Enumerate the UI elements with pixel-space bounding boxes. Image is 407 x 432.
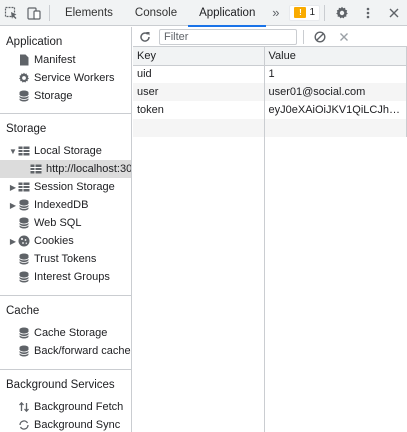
database-icon — [18, 217, 30, 229]
sidebar-item-label: Manifest — [34, 54, 76, 66]
sidebar-item-storage[interactable]: Storage — [0, 87, 131, 105]
database-icon — [18, 345, 30, 357]
database-icon — [18, 90, 30, 102]
row-value[interactable]: eyJ0eXAiOiJKV1QiLCJhb... — [264, 101, 407, 119]
expanded-arrow-icon[interactable]: ▼ — [8, 147, 18, 156]
clear-all-block-icon[interactable] — [310, 27, 330, 47]
gear-icon — [18, 72, 30, 84]
sidebar-item-back-forward-cache[interactable]: Back/forward cache — [0, 342, 131, 360]
filter-input[interactable] — [159, 28, 297, 45]
section-title-application: Application — [6, 36, 63, 48]
grid-table-icon — [30, 163, 42, 175]
tab-console[interactable]: Console — [124, 0, 188, 26]
sidebar-item-label: Storage — [34, 90, 73, 102]
up-down-arrows-icon — [18, 401, 30, 413]
row-key[interactable]: token — [133, 101, 265, 119]
warning-icon: ! — [294, 7, 307, 18]
sidebar-item-label: Back/forward cache — [34, 345, 131, 357]
sync-icon — [18, 419, 30, 431]
row-key-empty[interactable] — [133, 119, 265, 137]
database-icon — [18, 199, 30, 211]
collapsed-arrow-icon[interactable]: ▶ — [8, 237, 18, 246]
row-value[interactable]: user01@social.com — [264, 83, 407, 101]
sidebar-item-label: Local Storage — [34, 145, 102, 157]
section-title-background-services: Background Services — [6, 379, 115, 391]
filter-divider — [303, 29, 304, 44]
sidebar-item-local-storage[interactable]: ▼ Local Storage — [0, 142, 131, 160]
more-tabs-chevron-icon[interactable]: » — [266, 0, 285, 26]
document-icon — [18, 54, 30, 66]
grid-table-icon — [18, 181, 30, 193]
grid-table-icon — [18, 145, 30, 157]
sidebar-item-label: Web SQL — [34, 217, 82, 229]
application-sidebar: Application Manifest Service Workers Sto… — [0, 27, 132, 432]
sidebar-item-service-workers[interactable]: Service Workers — [0, 69, 131, 87]
column-divider — [264, 47, 265, 432]
more-options-kebab-icon[interactable] — [355, 0, 381, 26]
sidebar-item-web-sql[interactable]: Web SQL — [0, 214, 131, 232]
sidebar-item-label: Service Workers — [34, 72, 115, 84]
sidebar-item-label: Cookies — [34, 235, 74, 247]
sidebar-item-session-storage[interactable]: ▶ Session Storage — [0, 178, 131, 196]
sidebar-item-cookies[interactable]: ▶ Cookies — [0, 232, 131, 250]
sidebar-item-indexeddb[interactable]: ▶ IndexedDB — [0, 196, 131, 214]
toolbar-divider — [49, 4, 50, 21]
sidebar-item-localhost[interactable]: http://localhost:3000 — [0, 160, 131, 178]
database-icon — [18, 327, 30, 339]
row-value[interactable]: 1 — [264, 65, 407, 83]
column-header-value[interactable]: Value — [264, 47, 407, 66]
inspect-element-icon[interactable] — [0, 0, 23, 26]
table-header-row: Key Value — [133, 47, 407, 66]
sidebar-item-background-fetch[interactable]: Background Fetch — [0, 398, 131, 416]
sidebar-item-manifest[interactable]: Manifest — [0, 51, 131, 69]
row-key[interactable]: uid — [133, 65, 265, 83]
devtools-toolbar: Elements Console Application » ! 1 — [0, 0, 407, 27]
tab-elements[interactable]: Elements — [54, 0, 124, 26]
section-title-cache: Cache — [6, 305, 40, 317]
key-value-table: Key Value uid 1 user user01@social.com t… — [133, 47, 407, 137]
row-key[interactable]: user — [133, 83, 265, 101]
table-row-empty[interactable] — [133, 119, 407, 137]
database-icon — [18, 271, 30, 283]
delete-selected-close-icon[interactable] — [334, 27, 354, 47]
sidebar-item-label: Interest Groups — [34, 271, 110, 283]
sidebar-item-label: Cache Storage — [34, 327, 108, 339]
collapsed-arrow-icon[interactable]: ▶ — [8, 183, 18, 192]
tab-application[interactable]: Application — [188, 0, 267, 27]
storage-filter-bar — [133, 27, 407, 47]
table-row[interactable]: user user01@social.com — [133, 83, 407, 101]
sidebar-item-label: Session Storage — [34, 181, 115, 193]
device-toolbar-icon[interactable] — [23, 0, 46, 26]
sidebar-item-label: Trust Tokens — [34, 253, 97, 265]
sidebar-item-background-sync[interactable]: Background Sync — [0, 416, 131, 432]
table-row[interactable]: token eyJ0eXAiOiJKV1QiLCJhb... — [133, 101, 407, 119]
section-title-storage: Storage — [6, 123, 47, 135]
row-value-empty[interactable] — [264, 119, 407, 137]
sidebar-item-cache-storage[interactable]: Cache Storage — [0, 324, 131, 342]
close-devtools-icon[interactable] — [381, 0, 407, 26]
warnings-count: 1 — [309, 7, 315, 18]
toolbar-divider — [324, 4, 325, 21]
local-storage-panel: Key Value uid 1 user user01@social.com t… — [133, 27, 407, 432]
collapsed-arrow-icon[interactable]: ▶ — [8, 201, 18, 210]
sidebar-item-interest-groups[interactable]: Interest Groups — [0, 268, 131, 286]
warnings-badge[interactable]: ! 1 — [289, 4, 320, 21]
sidebar-item-label: Background Fetch — [34, 401, 124, 413]
table-row[interactable]: uid 1 — [133, 65, 407, 83]
sidebar-item-label: http://localhost:3000 — [46, 163, 132, 175]
settings-gear-icon[interactable] — [329, 0, 355, 26]
refresh-icon[interactable] — [133, 27, 157, 47]
sidebar-item-label: Background Sync — [34, 419, 121, 431]
key-value-table-container: Key Value uid 1 user user01@social.com t… — [133, 47, 407, 432]
column-header-key[interactable]: Key — [133, 47, 265, 66]
sidebar-item-label: IndexedDB — [34, 199, 89, 211]
cookie-icon — [18, 235, 30, 247]
sidebar-item-trust-tokens[interactable]: Trust Tokens — [0, 250, 131, 268]
database-icon — [18, 253, 30, 265]
